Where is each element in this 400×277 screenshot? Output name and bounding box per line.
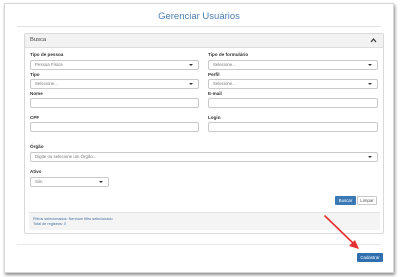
search-panel-title: Busca — [30, 37, 47, 43]
chevron-up-icon[interactable] — [370, 36, 377, 45]
tipo-pessoa-label: Tipo de pessoa — [30, 52, 64, 57]
login-input[interactable] — [208, 122, 378, 132]
total-registros-text: Total de registros: 0 — [33, 222, 67, 226]
chevron-down-icon — [368, 156, 372, 158]
annotation-arrow — [324, 215, 359, 249]
login-label: Login — [208, 115, 221, 120]
ativo-label: Ativo — [30, 169, 42, 174]
cadastrar-button[interactable]: Cadastrar — [357, 253, 383, 262]
app-window: Gerenciar Usuários Busca Tipo de pessoa … — [4, 3, 394, 273]
tipo-formulario-label: Tipo de formulário — [208, 52, 249, 57]
tipo-formulario-select[interactable]: Selecione... — [208, 60, 378, 70]
nome-input[interactable] — [30, 98, 199, 108]
nome-label: Nome — [30, 91, 43, 96]
page-title: Gerenciar Usuários — [158, 11, 240, 22]
orgao-select[interactable]: Digite ou selecione um Órgão... — [30, 152, 378, 162]
tipo-formulario-placeholder: Selecione... — [213, 62, 236, 67]
cpf-label: CPF — [30, 115, 40, 120]
chevron-down-icon — [99, 181, 103, 183]
email-label: E-mail — [208, 91, 222, 96]
perfil-select[interactable]: Selecione... — [208, 79, 378, 89]
buscar-button[interactable]: Buscar — [335, 196, 356, 205]
limpar-button[interactable]: Limpar — [357, 196, 377, 205]
search-panel: Busca Tipo de pessoa Pessoa Física Tipo … — [24, 33, 384, 234]
ativo-select[interactable]: Sim — [30, 177, 109, 187]
ativo-value: Sim — [35, 179, 43, 184]
cpf-input[interactable] — [30, 122, 199, 132]
chevron-down-icon — [368, 64, 372, 66]
perfil-label: Perfil — [208, 72, 220, 77]
chevron-down-icon — [189, 64, 193, 66]
chevron-down-icon — [368, 83, 372, 85]
orgao-placeholder: Digite ou selecione um Órgão... — [35, 154, 97, 159]
perfil-placeholder: Selecione... — [213, 81, 236, 86]
chevron-down-icon — [189, 83, 193, 85]
orgao-label: Órgão — [30, 144, 44, 149]
tipo-pessoa-value: Pessoa Física — [35, 62, 63, 67]
tipo-select[interactable]: Selecione... — [30, 79, 199, 89]
tipo-placeholder: Selecione... — [35, 81, 58, 86]
search-panel-header[interactable]: Busca — [25, 34, 383, 48]
title-divider — [17, 26, 381, 27]
email-input[interactable] — [208, 98, 378, 108]
filtros-selecionados-text: Filtros selecionados: Nenhum filtro sele… — [33, 217, 113, 221]
tipo-pessoa-select[interactable]: Pessoa Física — [30, 60, 199, 70]
tipo-label: Tipo — [30, 72, 40, 77]
